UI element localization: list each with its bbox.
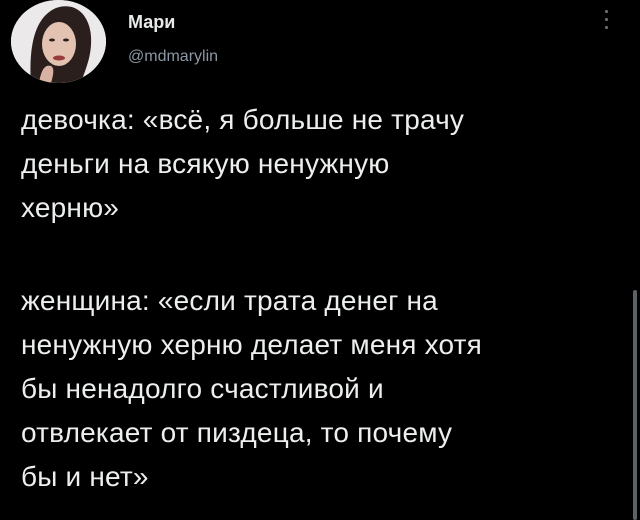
tweet-text-paragraph-2: женщина: «если трата денег на ненужную х… (21, 285, 483, 492)
avatar-photo (11, 0, 106, 83)
tweet: Мари @mdmarylin девочка: «всё, я больше … (0, 0, 640, 520)
more-vertical-icon[interactable] (599, 10, 613, 36)
avatar[interactable] (11, 0, 106, 83)
scrollbar[interactable] (633, 290, 637, 520)
tweet-text-paragraph-1: девочка: «всё, я больше не трачу деньги … (21, 104, 465, 223)
author-display-name[interactable]: Мари (128, 12, 175, 33)
author-handle[interactable]: @mdmarylin (128, 48, 218, 66)
